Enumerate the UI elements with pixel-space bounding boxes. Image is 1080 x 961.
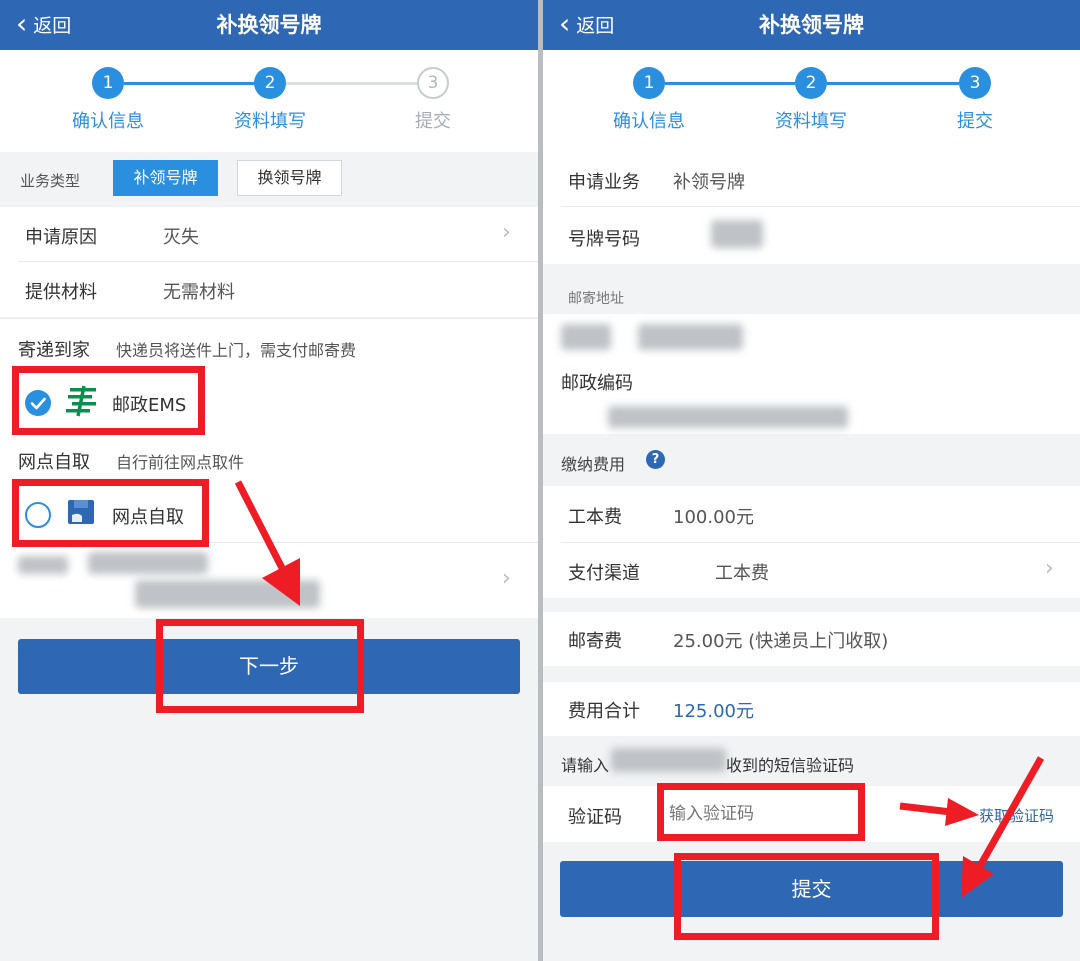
payment-channel-label: 支付渠道 bbox=[568, 563, 640, 584]
redacted-text bbox=[608, 406, 848, 428]
info-group: 申请业务 补领号牌 号牌号码 bbox=[543, 152, 1080, 264]
plate-number-label: 号牌号码 bbox=[568, 229, 640, 250]
highlight-box bbox=[657, 783, 865, 841]
step-1-label: 确认信息 bbox=[72, 111, 144, 132]
apply-business-value: 补领号牌 bbox=[673, 172, 745, 193]
page-title: 补换领号牌 bbox=[216, 13, 322, 37]
apply-reason-label: 申请原因 bbox=[25, 227, 97, 248]
sms-prompt-prefix: 请输入 bbox=[561, 756, 610, 775]
pickup-label: 网点自取 bbox=[18, 452, 90, 473]
fee-group: 工本费 100.00元 支付渠道 工本费 › bbox=[543, 486, 1080, 598]
right-screen: ‹ 返回 补换领号牌 1 2 3 确认信息 资料填写 提交 申请业务 补领号牌 … bbox=[543, 0, 1080, 961]
step-connector bbox=[827, 82, 959, 85]
delivery-desc: 快递员将送件上门，需支付邮寄费 bbox=[116, 341, 357, 360]
step-2-label: 资料填写 bbox=[775, 111, 847, 132]
highlight-box bbox=[156, 619, 364, 713]
redacted-text bbox=[88, 552, 208, 574]
cost-label: 工本费 bbox=[568, 507, 622, 528]
redacted-text bbox=[135, 580, 320, 608]
total-row: 费用合计 125.00元 bbox=[543, 682, 1080, 736]
step-3-label: 提交 bbox=[415, 111, 451, 132]
highlight-box bbox=[12, 366, 205, 435]
postal-code-label: 邮政编码 bbox=[561, 373, 633, 394]
highlight-box bbox=[674, 853, 939, 940]
materials-value: 无需材料 bbox=[163, 282, 235, 303]
step-1-circle: 1 bbox=[92, 67, 124, 99]
postage-value: 25.00元 (快递员上门收取) bbox=[673, 631, 889, 652]
total-label: 费用合计 bbox=[568, 701, 640, 722]
payment-channel-value[interactable]: 工本费 bbox=[715, 559, 769, 585]
chevron-right-icon[interactable]: › bbox=[502, 220, 511, 245]
header-bar: ‹ 返回 补换领号牌 bbox=[0, 0, 538, 50]
chevron-right-icon[interactable]: › bbox=[502, 566, 511, 591]
step-connector bbox=[124, 82, 254, 85]
mail-address-section-label: 邮寄地址 bbox=[568, 291, 624, 307]
step-1-label: 确认信息 bbox=[613, 111, 685, 132]
info-group: 申请原因 灭失 › 提供材料 无需材料 bbox=[0, 207, 538, 317]
step-3-label: 提交 bbox=[957, 111, 993, 132]
business-type-option-selected[interactable]: 补领号牌 bbox=[113, 160, 218, 196]
help-icon[interactable]: ? bbox=[646, 450, 665, 469]
divider bbox=[18, 261, 538, 262]
progress-stepper: 1 2 3 确认信息 资料填写 提交 bbox=[543, 50, 1080, 152]
step-2-circle: 2 bbox=[254, 67, 286, 99]
divider bbox=[0, 318, 538, 319]
business-type-label: 业务类型 bbox=[20, 172, 81, 190]
step-connector bbox=[665, 82, 795, 85]
step-connector bbox=[286, 82, 418, 85]
address-group: 邮政编码 bbox=[543, 314, 1080, 434]
left-screen: ‹ 返回 补换领号牌 1 2 3 确认信息 资料填写 提交 业务类型 补领号牌 … bbox=[0, 0, 538, 961]
step-2-circle: 2 bbox=[795, 67, 827, 99]
redacted-text bbox=[611, 748, 726, 772]
highlight-box bbox=[12, 479, 209, 547]
delivery-group: 寄递到家 快递员将送件上门，需支付邮寄费 邮政EMS 网点自取 自行前往网点取件… bbox=[0, 318, 538, 618]
apply-reason-value[interactable]: 灭失 bbox=[163, 223, 199, 249]
redacted-text bbox=[18, 556, 68, 574]
panel-separator bbox=[538, 0, 543, 961]
progress-stepper: 1 2 3 确认信息 资料填写 提交 bbox=[0, 50, 538, 152]
verification-code-label: 验证码 bbox=[568, 807, 622, 828]
divider bbox=[561, 206, 1080, 207]
header-bar: ‹ 返回 补换领号牌 bbox=[543, 0, 1080, 50]
postage-label: 邮寄费 bbox=[568, 631, 622, 652]
redacted-text bbox=[561, 324, 611, 350]
apply-business-label: 申请业务 bbox=[568, 172, 640, 193]
redacted-text bbox=[638, 324, 743, 350]
cost-value: 100.00元 bbox=[673, 507, 754, 528]
postage-row: 邮寄费 25.00元 (快递员上门收取) bbox=[543, 612, 1080, 666]
step-2-label: 资料填写 bbox=[234, 111, 306, 132]
delivery-label: 寄递到家 bbox=[18, 340, 90, 361]
business-type-option[interactable]: 换领号牌 bbox=[237, 160, 342, 196]
divider bbox=[561, 542, 1080, 543]
step-1-circle: 1 bbox=[633, 67, 665, 99]
materials-label: 提供材料 bbox=[25, 282, 97, 303]
redacted-text bbox=[711, 220, 763, 248]
get-code-link[interactable]: 获取验证码 bbox=[979, 805, 1054, 826]
step-3-circle: 3 bbox=[959, 67, 991, 99]
chevron-right-icon[interactable]: › bbox=[1045, 556, 1054, 581]
step-3-circle: 3 bbox=[417, 67, 449, 99]
page-title: 补换领号牌 bbox=[759, 13, 864, 37]
total-value: 125.00元 bbox=[673, 701, 754, 722]
pickup-desc: 自行前往网点取件 bbox=[116, 453, 245, 472]
sms-prompt-suffix: 收到的短信验证码 bbox=[726, 756, 855, 775]
fees-section-label: 缴纳费用 bbox=[561, 455, 626, 474]
